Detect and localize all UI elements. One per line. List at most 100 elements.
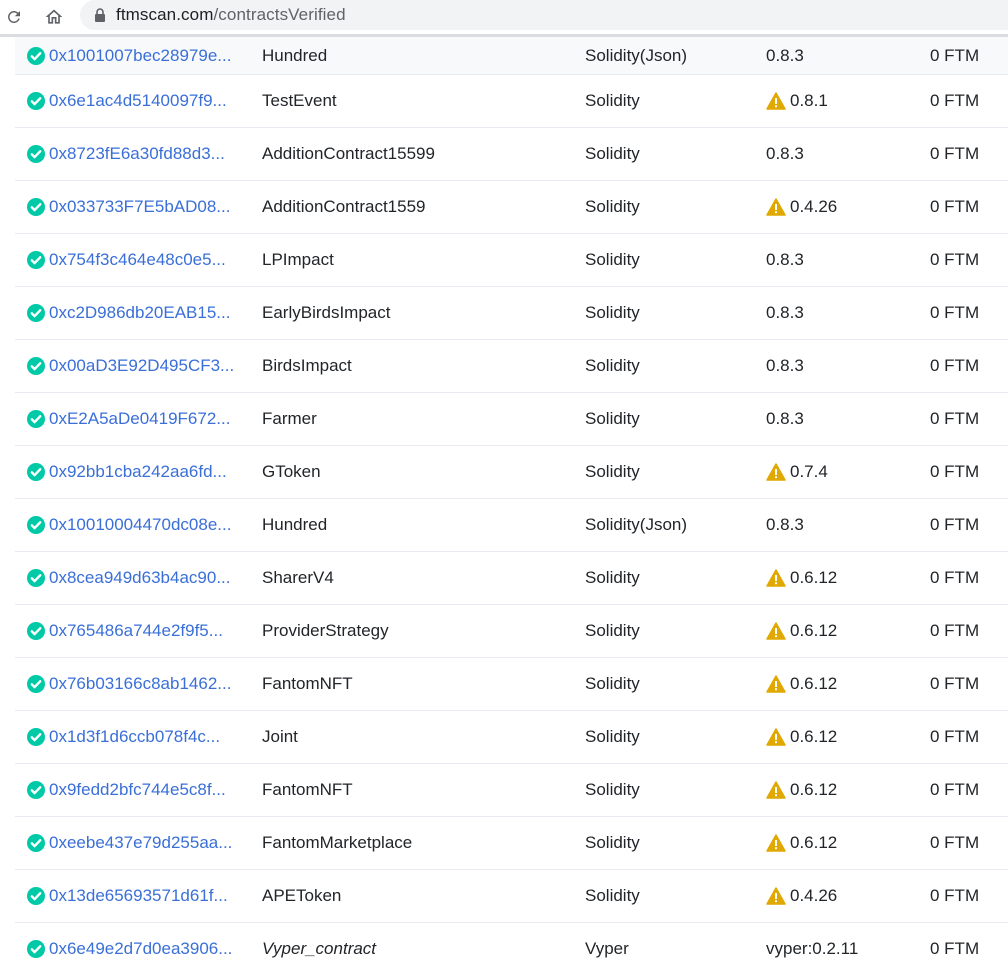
contract-name: AdditionContract1559	[262, 197, 426, 216]
address-bar[interactable]: ftmscan.com/contractsVerified	[80, 0, 1008, 30]
contract-address-link[interactable]: 0xc2D986db20EAB15...	[49, 303, 230, 323]
contract-address-link[interactable]: 0x6e49e2d7d0ea3906...	[49, 939, 232, 959]
contract-address-link[interactable]: 0x8723fE6a30fd88d3...	[49, 144, 225, 164]
balance: 0 FTM	[930, 621, 980, 640]
compiler: Solidity	[585, 250, 640, 269]
contract-name: FantomNFT	[262, 780, 353, 799]
table-row: 0x13de65693571d61f... APEToken Solidity …	[15, 870, 1008, 923]
contract-name: SharerV4	[262, 568, 334, 587]
contract-address-link[interactable]: 0x8cea949d63b4ac90...	[49, 568, 231, 588]
address-cell: 0x6e49e2d7d0ea3906...	[27, 939, 232, 959]
address-cell: 0x754f3c464e48c0e5...	[27, 250, 226, 270]
contract-address-link[interactable]: 0x1001007bec28979e...	[49, 46, 231, 66]
contract-address-link[interactable]: 0xeebe437e79d255aa...	[49, 833, 232, 853]
version-cell: 0.6.12	[766, 727, 837, 747]
compiler-version: 0.8.3	[766, 515, 804, 534]
warning-icon[interactable]	[766, 569, 786, 587]
warning-icon[interactable]	[766, 463, 786, 481]
warning-icon[interactable]	[766, 622, 786, 640]
address-cell: 0xeebe437e79d255aa...	[27, 833, 232, 853]
contract-address-link[interactable]: 0x6e1ac4d5140097f9...	[49, 91, 227, 111]
table-row: 0x1d3f1d6ccb078f4c... Joint Solidity 0.6…	[15, 711, 1008, 764]
compiler-version: 0.8.3	[766, 303, 804, 322]
compiler-version: 0.7.4	[790, 462, 828, 481]
version-cell: 0.8.3	[766, 356, 804, 376]
balance: 0 FTM	[930, 356, 980, 375]
verified-check-icon	[27, 781, 45, 799]
reload-button[interactable]	[2, 5, 26, 29]
warning-icon[interactable]	[766, 834, 786, 852]
url-text: ftmscan.com/contractsVerified	[116, 5, 346, 25]
balance: 0 FTM	[930, 144, 980, 163]
version-cell: 0.8.3	[766, 409, 804, 429]
compiler-version: 0.6.12	[790, 780, 838, 799]
table-row: 0x1001007bec28979e... Hundred Solidity(J…	[15, 37, 1008, 75]
version-cell: 0.8.3	[766, 250, 804, 270]
url-path: /contractsVerified	[213, 5, 346, 24]
table-row: 0xc2D986db20EAB15... EarlyBirdsImpact So…	[15, 287, 1008, 340]
compiler: Solidity	[585, 356, 640, 375]
contract-address-link[interactable]: 0x76b03166c8ab1462...	[49, 674, 231, 694]
warning-icon[interactable]	[766, 887, 786, 905]
version-cell: 0.8.3	[766, 303, 804, 323]
contract-name: LPImpact	[262, 250, 334, 269]
contract-address-link[interactable]: 0x9fedd2bfc744e5c8f...	[49, 780, 226, 800]
address-cell: 0x1d3f1d6ccb078f4c...	[27, 727, 220, 747]
table-row: 0x9fedd2bfc744e5c8f... FantomNFT Solidit…	[15, 764, 1008, 817]
contract-name: ProviderStrategy	[262, 621, 389, 640]
version-cell: 0.6.12	[766, 780, 837, 800]
compiler-version: 0.8.3	[766, 356, 804, 375]
address-cell: 0x033733F7E5bAD08...	[27, 197, 230, 217]
verified-check-icon	[27, 622, 45, 640]
compiler-version: 0.6.12	[790, 568, 838, 587]
address-cell: 0x13de65693571d61f...	[27, 886, 228, 906]
contract-name: Farmer	[262, 409, 317, 428]
balance: 0 FTM	[930, 780, 980, 799]
compiler: Solidity	[585, 886, 640, 905]
warning-icon[interactable]	[766, 92, 786, 110]
balance: 0 FTM	[930, 833, 980, 852]
verified-check-icon	[27, 92, 45, 110]
warning-icon[interactable]	[766, 198, 786, 216]
contract-address-link[interactable]: 0x033733F7E5bAD08...	[49, 197, 230, 217]
contract-address-link[interactable]: 0x10010004470dc08e...	[49, 515, 231, 535]
compiler-version: 0.6.12	[790, 833, 838, 852]
contract-address-link[interactable]: 0x13de65693571d61f...	[49, 886, 228, 906]
contract-address-link[interactable]: 0x765486a744e2f9f5...	[49, 621, 223, 641]
browser-toolbar: ftmscan.com/contractsVerified	[0, 0, 1008, 34]
compiler: Solidity	[585, 621, 640, 640]
address-cell: 0x10010004470dc08e...	[27, 515, 231, 535]
verified-check-icon	[27, 251, 45, 269]
address-cell: 0x76b03166c8ab1462...	[27, 674, 231, 694]
balance: 0 FTM	[930, 462, 980, 481]
compiler: Solidity	[585, 674, 640, 693]
contract-address-link[interactable]: 0x92bb1cba242aa6fd...	[49, 462, 227, 482]
home-button[interactable]	[42, 5, 66, 29]
warning-icon[interactable]	[766, 781, 786, 799]
contract-name: Vyper_contract	[262, 938, 377, 958]
compiler-version: 0.4.26	[790, 197, 838, 216]
version-cell: 0.8.3	[766, 144, 804, 164]
contract-name: Hundred	[262, 45, 328, 65]
address-cell: 0x6e1ac4d5140097f9...	[27, 91, 227, 111]
compiler-version: 0.8.3	[766, 250, 804, 269]
contract-address-link[interactable]: 0x00aD3E92D495CF3...	[49, 356, 234, 376]
contract-address-link[interactable]: 0xE2A5aDe0419F672...	[49, 409, 230, 429]
contract-address-link[interactable]: 0x1d3f1d6ccb078f4c...	[49, 727, 220, 747]
warning-icon[interactable]	[766, 728, 786, 746]
contract-name: EarlyBirdsImpact	[262, 303, 391, 322]
verified-check-icon	[27, 46, 45, 65]
warning-icon[interactable]	[766, 675, 786, 693]
compiler-version: 0.8.1	[790, 91, 828, 110]
contract-name: FantomNFT	[262, 674, 353, 693]
balance: 0 FTM	[930, 886, 980, 905]
compiler-version: 0.8.3	[766, 144, 804, 163]
address-cell: 0xE2A5aDe0419F672...	[27, 409, 230, 429]
home-icon	[45, 9, 63, 24]
balance: 0 FTM	[930, 91, 980, 110]
compiler-version: vyper:0.2.11	[766, 938, 859, 958]
contract-address-link[interactable]: 0x754f3c464e48c0e5...	[49, 250, 226, 270]
verified-check-icon	[27, 410, 45, 428]
balance: 0 FTM	[930, 938, 980, 958]
address-cell: 0x92bb1cba242aa6fd...	[27, 462, 227, 482]
